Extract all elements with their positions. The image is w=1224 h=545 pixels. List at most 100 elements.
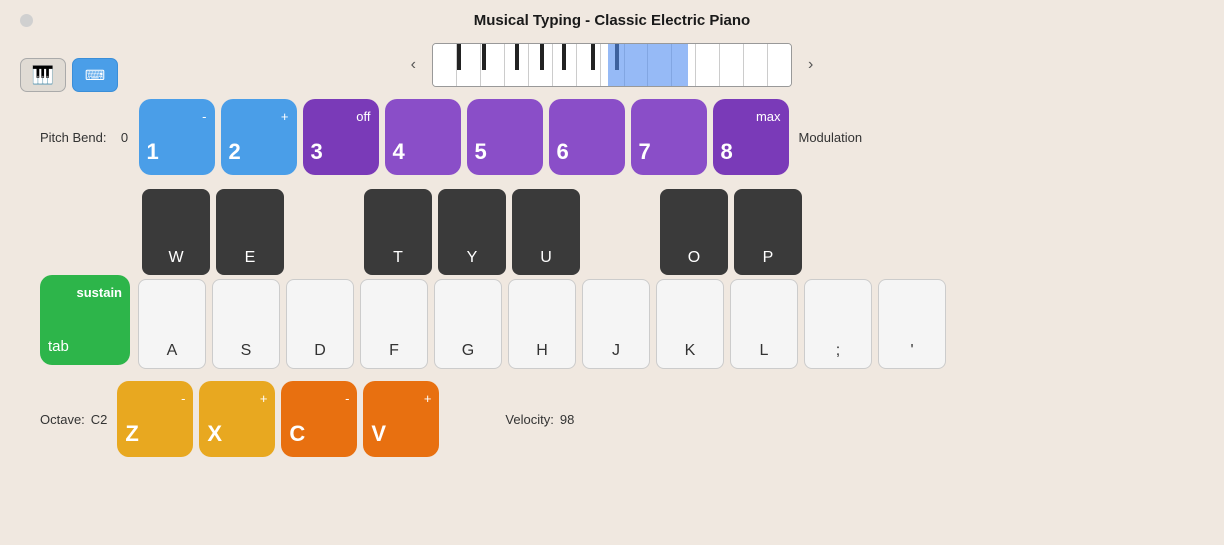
window-dot-close[interactable] <box>20 14 33 27</box>
nav-right-arrow[interactable]: › <box>802 54 819 76</box>
key-e-letter: E <box>245 249 256 267</box>
key-x-bottom: X <box>207 421 222 447</box>
key-j[interactable]: J <box>582 279 650 369</box>
keys-area: sustain tab W E T <box>30 189 1194 369</box>
pitch-btn-5[interactable]: 5 <box>467 99 543 175</box>
pitch-btn-6-bottom: 6 <box>557 139 569 165</box>
key-g-letter: G <box>462 342 474 360</box>
key-t[interactable]: T <box>364 189 432 275</box>
key-v-bottom: V <box>371 421 386 447</box>
key-w[interactable]: W <box>142 189 210 275</box>
key-y[interactable]: Y <box>438 189 506 275</box>
velocity-section: Velocity: 98 <box>505 412 574 427</box>
key-v-top: + <box>424 391 432 406</box>
keyboard-icon: ⌨ <box>85 67 105 84</box>
key-d-letter: D <box>314 342 326 360</box>
key-f[interactable]: F <box>360 279 428 369</box>
key-x[interactable]: + X <box>199 381 275 457</box>
window-controls <box>20 14 33 27</box>
pitch-btn-8-bottom: 8 <box>721 139 733 165</box>
pitch-btn-4-bottom: 4 <box>393 139 405 165</box>
velocity-value: 98 <box>560 412 574 427</box>
pitch-btn-8[interactable]: max 8 <box>713 99 789 175</box>
nav-left-arrow[interactable]: ‹ <box>405 54 422 76</box>
pitch-btn-2-bottom: 2 <box>229 139 241 165</box>
empty-space-3 <box>808 189 876 275</box>
key-d[interactable]: D <box>286 279 354 369</box>
pitch-btn-3-top: off <box>356 109 370 124</box>
key-o[interactable]: O <box>660 189 728 275</box>
pitch-btn-5-bottom: 5 <box>475 139 487 165</box>
pitch-btn-4[interactable]: 4 <box>385 99 461 175</box>
toolbar-icons: 🎹 ⌨ <box>20 58 118 92</box>
key-c-top: - <box>345 391 349 406</box>
key-z[interactable]: - Z <box>117 381 193 457</box>
empty-space-1 <box>290 189 358 275</box>
key-g[interactable]: G <box>434 279 502 369</box>
title-bar: Musical Typing - Classic Electric Piano <box>0 0 1224 37</box>
key-j-letter: J <box>612 342 620 360</box>
key-c-bottom: C <box>289 421 305 447</box>
key-l[interactable]: L <box>730 279 798 369</box>
key-a[interactable]: A <box>138 279 206 369</box>
window-title: Musical Typing - Classic Electric Piano <box>474 12 750 29</box>
key-u-letter: U <box>540 249 552 267</box>
key-z-bottom: Z <box>125 421 138 447</box>
key-x-top: + <box>260 391 268 406</box>
modulation-label: Modulation <box>799 130 863 145</box>
keyboard-nav: ‹ <box>0 37 1224 99</box>
pitch-btn-1-top: - <box>202 109 206 124</box>
key-h-letter: H <box>536 342 548 360</box>
octave-row: Octave: C2 - Z + X - C + V Velocity: 98 <box>30 381 1194 457</box>
octave-value: C2 <box>91 412 108 427</box>
key-y-letter: Y <box>467 249 478 267</box>
empty-space-2 <box>586 189 654 275</box>
key-c[interactable]: - C <box>281 381 357 457</box>
key-v[interactable]: + V <box>363 381 439 457</box>
pitch-btn-8-top: max <box>756 109 781 124</box>
pitch-btn-1[interactable]: - 1 <box>139 99 215 175</box>
key-w-letter: W <box>168 249 183 267</box>
key-u[interactable]: U <box>512 189 580 275</box>
white-keys-row: A S D F G H J <box>138 279 949 369</box>
octave-label: Octave: <box>40 412 85 427</box>
key-e[interactable]: E <box>216 189 284 275</box>
key-o-letter: O <box>688 249 700 267</box>
piano-keys-container: W E T Y U <box>138 189 949 369</box>
pitch-btn-3-bottom: 3 <box>311 139 323 165</box>
pitch-bend-row: Pitch Bend: 0 - 1 + 2 off 3 4 5 6 7 <box>30 99 1194 175</box>
pitch-btn-1-bottom: 1 <box>147 139 159 165</box>
keyboard-view-button[interactable]: ⌨ <box>72 58 118 92</box>
main-content: Pitch Bend: 0 - 1 + 2 off 3 4 5 6 7 <box>0 99 1224 457</box>
key-k[interactable]: K <box>656 279 724 369</box>
key-h[interactable]: H <box>508 279 576 369</box>
key-z-top: - <box>181 391 185 406</box>
velocity-label: Velocity: <box>505 412 553 427</box>
black-keys-row: W E T Y U <box>138 189 949 275</box>
sustain-top-label: sustain <box>76 285 122 300</box>
key-quote[interactable]: ' <box>878 279 946 369</box>
pitch-btn-3[interactable]: off 3 <box>303 99 379 175</box>
pitch-btn-6[interactable]: 6 <box>549 99 625 175</box>
piano-highlight <box>608 44 688 87</box>
pitch-bend-label: Pitch Bend: <box>40 130 107 145</box>
key-p[interactable]: P <box>734 189 802 275</box>
piano-display <box>432 43 792 87</box>
pitch-btn-2-top: + <box>281 109 289 124</box>
key-quote-letter: ' <box>910 342 913 360</box>
key-t-letter: T <box>393 249 403 267</box>
pitch-bend-value: 0 <box>117 130 133 145</box>
key-semicolon[interactable]: ; <box>804 279 872 369</box>
key-a-letter: A <box>167 342 178 360</box>
key-semicolon-letter: ; <box>836 342 840 360</box>
key-s-letter: S <box>241 342 252 360</box>
pitch-btn-7[interactable]: 7 <box>631 99 707 175</box>
pitch-btn-7-bottom: 7 <box>639 139 651 165</box>
key-s[interactable]: S <box>212 279 280 369</box>
piano-icon: 🎹 <box>32 65 54 86</box>
piano-view-button[interactable]: 🎹 <box>20 58 66 92</box>
sustain-bottom-label: tab <box>48 338 69 355</box>
sustain-button[interactable]: sustain tab <box>40 275 130 365</box>
pitch-btn-2[interactable]: + 2 <box>221 99 297 175</box>
key-l-letter: L <box>760 342 769 360</box>
